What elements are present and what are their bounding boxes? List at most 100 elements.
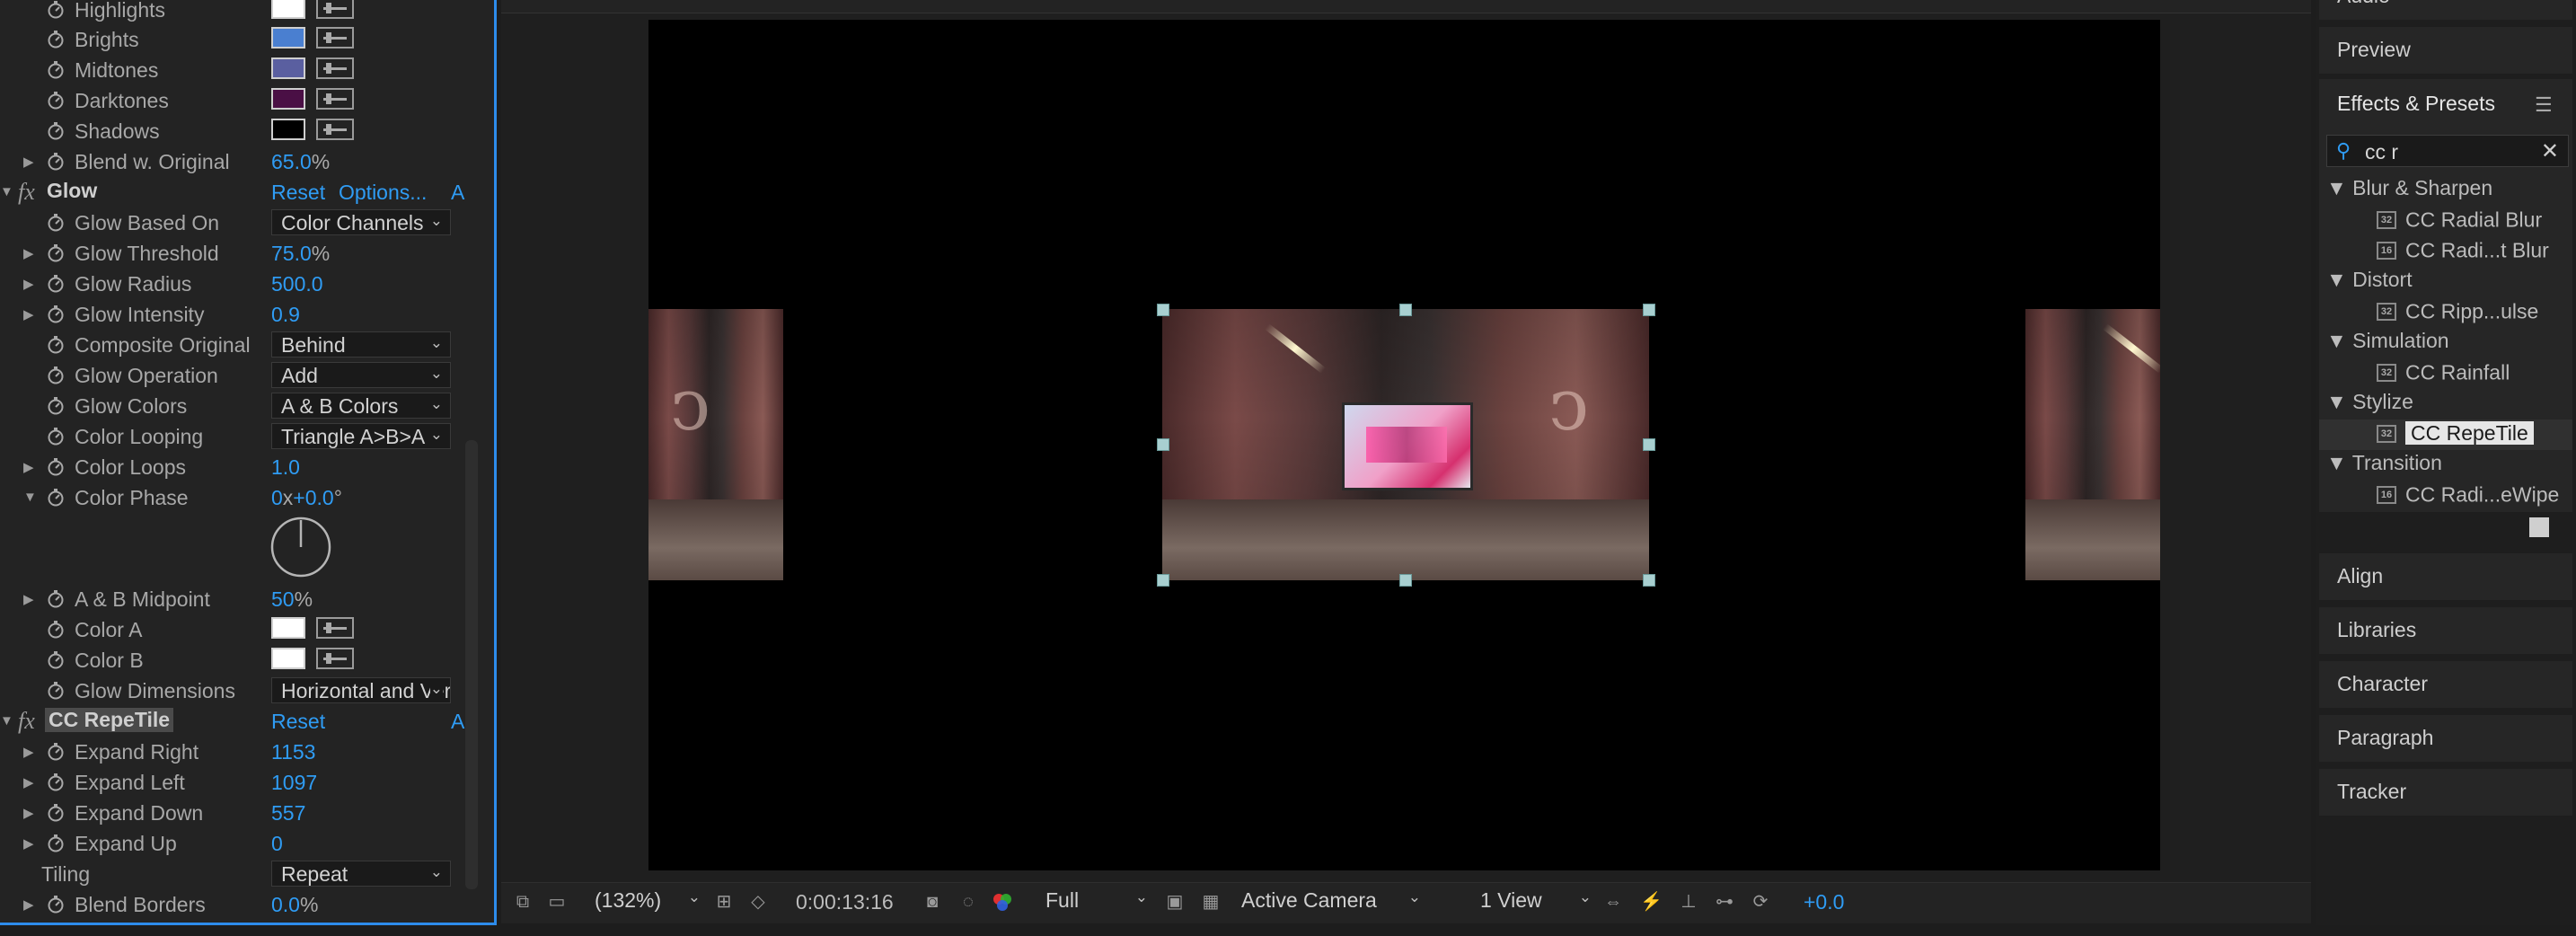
reset-link[interactable]: Reset (271, 710, 325, 734)
expand-triangle-icon[interactable]: ▶ (23, 805, 34, 821)
glow-operation-dropdown[interactable]: Add ⌄ (271, 362, 451, 388)
panel-title[interactable]: Effects & Presets (2337, 92, 2495, 116)
param-value[interactable]: 0x+0.0° (271, 486, 342, 510)
stopwatch-icon[interactable] (47, 121, 65, 140)
eyedropper-icon[interactable] (316, 119, 354, 140)
expand-triangle-icon[interactable]: ▶ (23, 245, 34, 261)
glow-dimensions-dropdown[interactable]: Horizontal and Vertical⌄ (271, 677, 451, 703)
stopwatch-icon[interactable] (47, 60, 65, 79)
expand-triangle-icon[interactable]: ▶ (23, 835, 34, 852)
collapse-triangle-icon[interactable]: ▼ (23, 490, 37, 505)
mask-visibility-icon[interactable]: ◇ (747, 892, 769, 912)
param-value[interactable]: 75.0% (271, 242, 330, 266)
category-simulation[interactable]: ▼ Simulation (2326, 329, 2449, 353)
region-of-interest-icon[interactable]: ▣ (1164, 892, 1186, 912)
transparency-grid-icon[interactable]: ▦ (1200, 892, 1222, 912)
color-swatch[interactable] (271, 617, 305, 639)
current-time[interactable]: 0:00:13:16 (796, 890, 894, 914)
effect-header-glow[interactable]: ▼ fx Glow Reset Options... A (0, 177, 467, 208)
stopwatch-icon[interactable] (47, 91, 65, 110)
category-transition[interactable]: ▼ Transition (2326, 451, 2442, 475)
param-value[interactable]: 65.0% (271, 150, 330, 174)
stopwatch-icon[interactable] (47, 742, 65, 761)
stopwatch-icon[interactable] (47, 305, 65, 323)
flowchart-icon[interactable]: ⊶ (1714, 892, 1735, 912)
panel-align[interactable]: Align (2319, 553, 2572, 600)
eyedropper-icon[interactable] (316, 57, 354, 79)
fx-toggle-icon[interactable]: fx (18, 179, 35, 206)
stopwatch-icon[interactable] (47, 366, 65, 384)
magnification-dropdown[interactable]: (132%) ⌄ (595, 888, 701, 915)
panel-tracker[interactable]: Tracker (2319, 769, 2572, 816)
color-swatch[interactable] (271, 648, 305, 669)
transform-handle[interactable] (1157, 438, 1169, 451)
timeline-icon[interactable]: ⊥ (1678, 892, 1699, 912)
stopwatch-icon[interactable] (47, 803, 65, 822)
resolution-dropdown[interactable]: Full ⌄ (1045, 888, 1148, 915)
layer-image[interactable]: ↄ (1162, 309, 1649, 580)
color-swatch[interactable] (271, 119, 305, 140)
transform-handle[interactable] (1643, 574, 1655, 587)
stopwatch-icon[interactable] (47, 895, 65, 914)
stopwatch-icon[interactable] (47, 589, 65, 608)
effects-search-input[interactable]: ⚲ cc r ✕ (2326, 135, 2569, 167)
expand-triangle-icon[interactable]: ▶ (23, 896, 34, 913)
expand-triangle-icon[interactable]: ▶ (23, 276, 34, 292)
panel-libraries[interactable]: Libraries (2319, 607, 2572, 654)
stopwatch-icon[interactable] (47, 773, 65, 791)
expand-triangle-icon[interactable]: ▶ (23, 459, 34, 475)
param-value[interactable]: 1097 (271, 771, 317, 795)
category-blur-sharpen[interactable]: ▼ Blur & Sharpen (2326, 176, 2492, 200)
panel-menu-icon[interactable]: ☰ (2535, 93, 2553, 117)
angle-dial[interactable] (269, 516, 332, 578)
param-value[interactable]: 557 (271, 801, 305, 826)
expand-triangle-icon[interactable]: ▶ (23, 774, 34, 790)
param-value[interactable]: 50% (271, 587, 313, 612)
param-value[interactable]: 1153 (271, 740, 315, 764)
stopwatch-icon[interactable] (47, 620, 65, 639)
color-swatch[interactable] (271, 0, 305, 19)
stopwatch-icon[interactable] (47, 396, 65, 415)
tiling-dropdown[interactable]: Repeat ⌄ (271, 861, 451, 887)
transform-handle[interactable] (1157, 574, 1169, 587)
composition-canvas[interactable]: ↄ ↄ (648, 20, 2160, 870)
reset-exposure-icon[interactable]: ⟳ (1750, 892, 1771, 912)
color-swatch[interactable] (271, 27, 305, 49)
stopwatch-icon[interactable] (47, 335, 65, 354)
fx-toggle-icon[interactable]: fx (18, 708, 35, 735)
param-value[interactable]: 0.0% (271, 893, 318, 917)
stopwatch-icon[interactable] (47, 243, 65, 262)
transform-handle[interactable] (1399, 574, 1412, 587)
about-link[interactable]: A (451, 710, 464, 734)
effect-item[interactable]: 32 CC Rainfall (2377, 359, 2510, 384)
eyedropper-icon[interactable] (316, 648, 354, 669)
effect-item-selected[interactable]: 32 CC RepeTile (2377, 420, 2534, 446)
expand-triangle-icon[interactable]: ▶ (23, 306, 34, 322)
clear-search-icon[interactable]: ✕ (2541, 138, 2559, 164)
color-swatch[interactable] (271, 57, 305, 79)
param-value[interactable]: 500.0 (271, 272, 323, 296)
eyedropper-icon[interactable] (316, 27, 354, 49)
snapshot-camera-icon[interactable]: ◙ (922, 892, 943, 912)
collapse-triangle-icon[interactable]: ▼ (0, 713, 13, 728)
collapse-triangle-icon[interactable]: ▼ (0, 184, 13, 199)
panel-preview[interactable]: Preview (2319, 27, 2572, 74)
eyedropper-icon[interactable] (316, 617, 354, 639)
color-channels-icon[interactable] (992, 892, 1013, 912)
eyedropper-icon[interactable] (316, 88, 354, 110)
composite-original-dropdown[interactable]: Behind ⌄ (271, 331, 451, 358)
glow-based-on-dropdown[interactable]: Color Channels ⌄ (271, 209, 451, 235)
transform-handle[interactable] (1643, 304, 1655, 316)
stopwatch-icon[interactable] (47, 30, 65, 49)
stopwatch-icon[interactable] (47, 152, 65, 171)
panel-character[interactable]: Character (2319, 661, 2572, 708)
fast-previews-icon[interactable]: ⚡ (1640, 892, 1663, 912)
stopwatch-icon[interactable] (47, 427, 65, 446)
camera-view-dropdown[interactable]: Active Camera ⌄ (1241, 888, 1421, 915)
color-looping-dropdown[interactable]: Triangle A>B>A ⌄ (271, 423, 451, 449)
color-swatch[interactable] (271, 88, 305, 110)
effect-item[interactable]: 16 CC Radi...eWipe (2377, 481, 2559, 507)
param-value[interactable]: 0.9 (271, 303, 300, 327)
param-value[interactable]: 0 (271, 832, 283, 856)
transform-handle[interactable] (1399, 304, 1412, 316)
